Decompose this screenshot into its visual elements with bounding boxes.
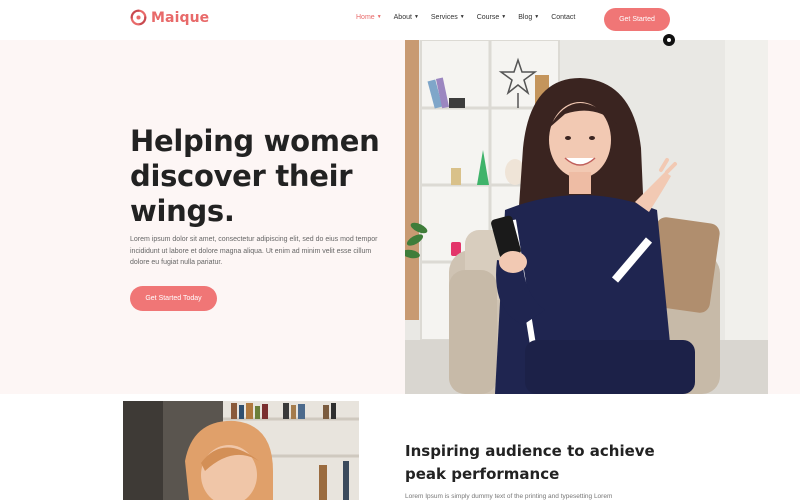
chevron-down-icon: ▼: [534, 14, 540, 20]
nav-contact[interactable]: Contact: [551, 14, 575, 21]
section-description: Lorem Ipsum is simply dummy text of the …: [405, 493, 613, 500]
logo-text: Maique: [151, 9, 210, 26]
secondary-image: [123, 401, 359, 500]
nav-label: Blog: [518, 14, 533, 21]
logo-icon: [130, 9, 147, 26]
get-started-today-button[interactable]: Get Started Today: [130, 286, 217, 311]
nav-label: About: [393, 14, 412, 21]
nav-about[interactable]: About ▼: [394, 14, 419, 21]
hero-title: Helping women discover their wings.: [130, 124, 380, 228]
chevron-down-icon: ▼: [376, 14, 382, 20]
site-header: Maique Home ▼ About ▼ Services ▼ Course …: [0, 0, 800, 40]
nav-blog[interactable]: Blog ▼: [518, 14, 539, 21]
main-nav: Home ▼ About ▼ Services ▼ Course ▼ Blog …: [356, 14, 575, 21]
hero-description: Lorem ipsum dolor sit amet, consectetur …: [130, 236, 378, 266]
nav-label: Contact: [551, 14, 576, 21]
nav-label: Course: [476, 14, 500, 21]
hero-image: [405, 40, 768, 394]
nav-label: Home: [356, 14, 375, 21]
chevron-down-icon: ▼: [501, 14, 507, 20]
dot-icon[interactable]: [663, 34, 675, 46]
nav-home[interactable]: Home ▼: [356, 14, 382, 21]
nav-services[interactable]: Services ▼: [431, 14, 465, 21]
chevron-down-icon: ▼: [459, 14, 465, 20]
nav-label: Services: [430, 14, 458, 21]
hero-photo-illustration: [405, 40, 768, 394]
section-title: Inspiring audience to achieve peak perfo…: [405, 442, 655, 483]
get-started-button[interactable]: Get Started: [604, 8, 670, 31]
logo[interactable]: Maique: [130, 9, 209, 26]
secondary-photo-illustration: [123, 401, 359, 500]
chevron-down-icon: ▼: [413, 14, 419, 20]
nav-course[interactable]: Course ▼: [477, 14, 507, 21]
